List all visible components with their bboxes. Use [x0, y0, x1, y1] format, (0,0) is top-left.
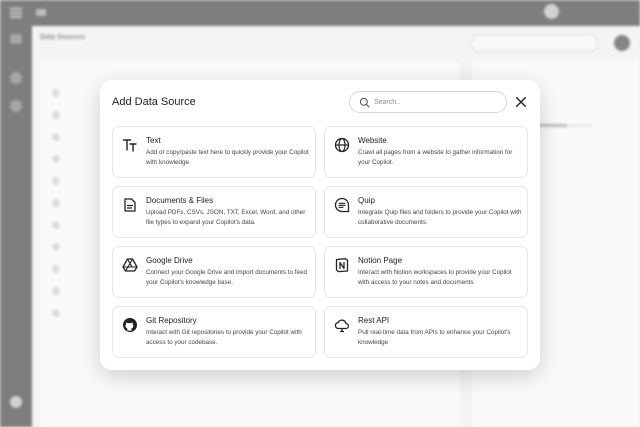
search-input[interactable]: [374, 95, 502, 110]
google-drive-icon: [122, 258, 138, 272]
source-desc: Interact with Git repositories to provid…: [146, 329, 302, 346]
text-format-icon: [122, 139, 137, 152]
search-icon: [359, 97, 370, 108]
notion-icon: [335, 258, 349, 273]
source-title: Quip: [358, 196, 375, 205]
source-card-notion[interactable]: Notion Page Interact with Notion workspa…: [324, 246, 528, 298]
source-title: Git Repository: [146, 316, 197, 325]
source-title: Notion Page: [358, 256, 403, 265]
modal-search: [349, 91, 507, 113]
source-card-website[interactable]: Website Crawl all pages from a website t…: [324, 126, 528, 178]
document-icon: [124, 198, 136, 212]
source-card-text[interactable]: Text Add or copy/paste text here to quic…: [112, 126, 316, 178]
add-data-source-modal: Add Data Source Text Add or copy/paste t…: [100, 80, 540, 370]
source-title: Google Drive: [146, 256, 193, 265]
source-desc: Integrate Quip files and folders to prov…: [358, 209, 522, 226]
source-desc: Crawl all pages from a website to gather…: [358, 149, 513, 166]
source-desc: Pull real-time data from APIs to enhance…: [358, 329, 511, 346]
source-title: Text: [146, 136, 161, 145]
globe-icon: [334, 137, 350, 153]
source-title: Rest API: [358, 316, 390, 325]
source-desc: Add or copy/paste text here to quickly p…: [146, 149, 309, 166]
source-card-quip[interactable]: Quip Integrate Quip files and folders to…: [324, 186, 528, 238]
source-card-rest-api[interactable]: Rest API Pull real-time data from APIs t…: [324, 306, 528, 358]
cloud-api-icon: [334, 319, 350, 333]
source-desc: Interact with Notion workspaces to provi…: [358, 269, 512, 286]
modal-title: Add Data Source: [112, 96, 196, 108]
source-desc: Upload PDFs, CSVs, JSON, TXT, Excel, Wor…: [146, 209, 306, 226]
source-card-documents[interactable]: Documents & Files Upload PDFs, CSVs, JSO…: [112, 186, 316, 238]
source-card-google-drive[interactable]: Google Drive Connect your Google Drive a…: [112, 246, 316, 298]
quip-icon: [334, 197, 350, 213]
close-icon[interactable]: [514, 95, 528, 109]
source-desc: Connect your Google Drive and import doc…: [146, 269, 308, 286]
source-title: Website: [358, 136, 387, 145]
source-card-git[interactable]: Git Repository Interact with Git reposit…: [112, 306, 316, 358]
source-title: Documents & Files: [146, 196, 214, 205]
github-icon: [123, 318, 137, 332]
